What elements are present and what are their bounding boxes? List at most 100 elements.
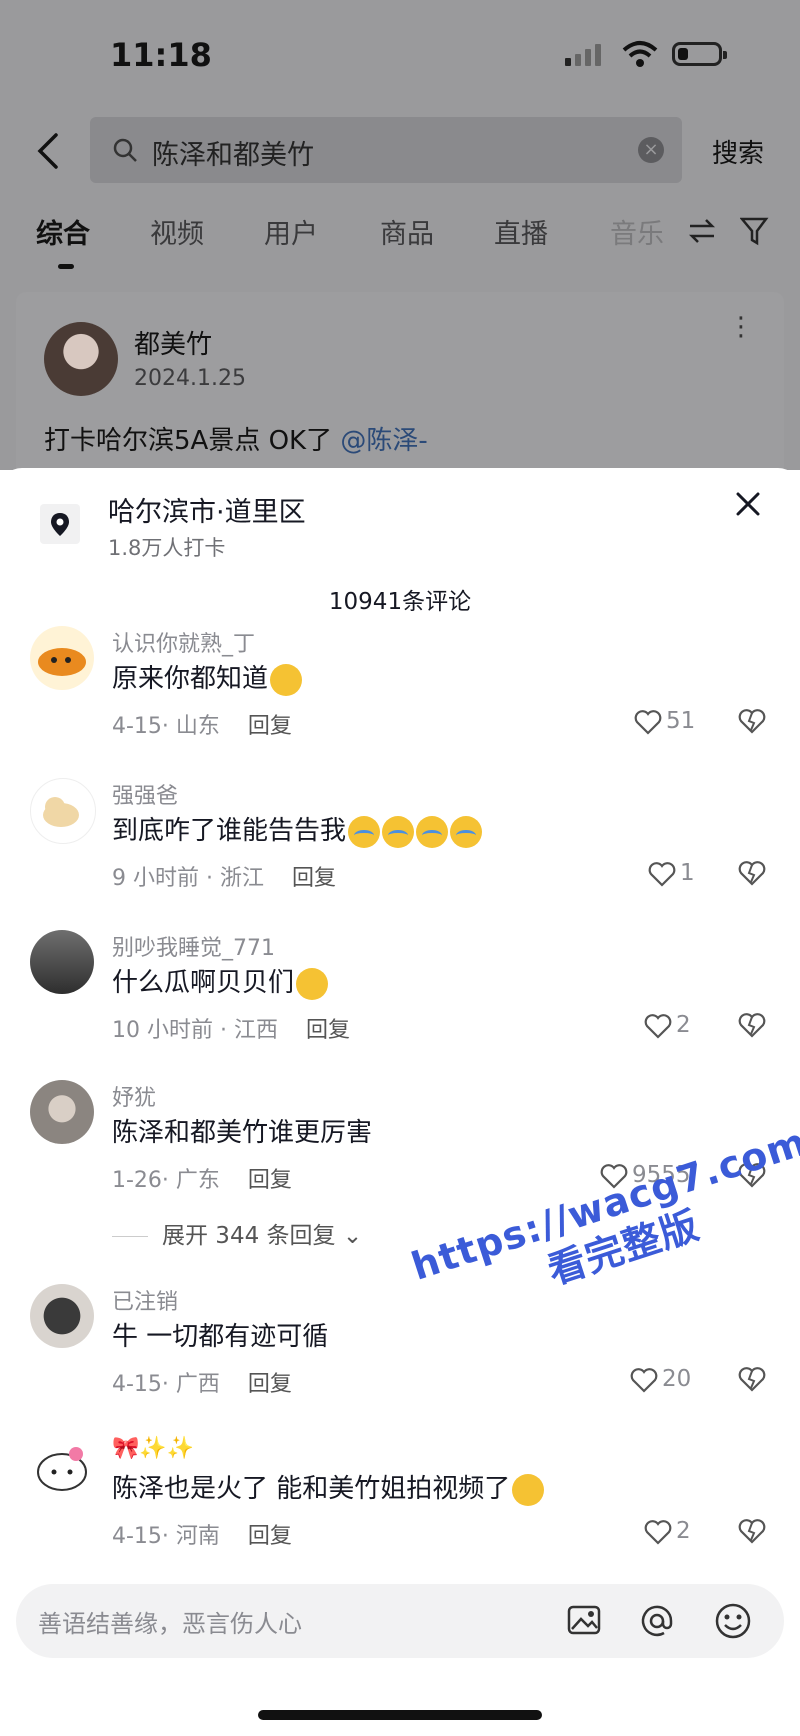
reply-button[interactable]: 回复: [248, 1168, 292, 1193]
search-tabs: 综合 视频 用户 商品 直播 音乐: [0, 212, 800, 269]
comment-username[interactable]: 认识你就熟_丁: [112, 626, 255, 658]
comment-meta: 4-15· 河南 回复: [112, 1518, 292, 1550]
filter-icon[interactable]: [740, 216, 770, 246]
comment-date-location: 1-26· 广东: [112, 1168, 220, 1193]
crying-emoji-icon: [416, 815, 449, 848]
comment-text: 陈泽和都美竹谁更厉害: [112, 1118, 373, 1148]
tab-videos[interactable]: 视频: [150, 212, 204, 251]
comment-date-location: 4-15· 广西: [112, 1372, 220, 1397]
comment-meta: 9 小时前 · 浙江 回复: [112, 860, 336, 892]
avatar[interactable]: [30, 778, 96, 844]
comment-date-location: 10 小时前 · 江西: [112, 1018, 278, 1043]
comment-text: 牛 一切都有迹可循: [112, 1322, 329, 1352]
comment-username[interactable]: 🎀✨✨: [112, 1436, 194, 1461]
more-options-icon[interactable]: ⋮: [728, 314, 754, 340]
home-indicator: [258, 1710, 542, 1720]
comment-item: 别吵我睡觉_771 什么瓜啊贝贝们 10 小时前 · 江西 回复 2: [0, 930, 800, 1070]
avatar[interactable]: [30, 626, 94, 690]
search-row: 陈泽和都美竹 × 搜索: [0, 117, 800, 185]
reply-button[interactable]: 回复: [248, 1524, 292, 1549]
tab-products[interactable]: 商品: [380, 212, 434, 251]
reply-button[interactable]: 回复: [248, 714, 292, 739]
comment-text: 什么瓜啊贝贝们: [112, 962, 329, 1000]
avatar[interactable]: [30, 1080, 94, 1144]
heart-icon: [630, 1367, 658, 1393]
image-icon[interactable]: [566, 1602, 602, 1638]
mention-icon[interactable]: [638, 1602, 676, 1640]
crying-emoji-icon: [382, 815, 415, 848]
search-input[interactable]: 陈泽和都美竹 ×: [90, 117, 682, 183]
heart-icon: [644, 1013, 672, 1039]
comment-text-body: 到底咋了谁能告告我: [112, 816, 347, 846]
status-time: 11:18: [110, 36, 212, 74]
expand-replies-button[interactable]: 展开 344 条回复 ⌄: [112, 1216, 362, 1250]
location-pin-icon: [40, 504, 80, 544]
comment-username[interactable]: 强强爸: [112, 778, 178, 810]
comment-username[interactable]: 别吵我睡觉_771: [112, 930, 275, 962]
heart-icon: [644, 1519, 672, 1545]
close-icon[interactable]: [730, 486, 766, 522]
post-date: 2024.1.25: [134, 366, 246, 391]
comment-input-placeholder: 善语结善缘，恶言伤人心: [38, 1610, 302, 1638]
comment-meta: 10 小时前 · 江西 回复: [112, 1012, 350, 1044]
crying-emoji-icon: [450, 815, 483, 848]
comment-text-body: 陈泽也是火了 能和美竹姐拍视频了: [112, 1474, 511, 1504]
comment-username[interactable]: 妤犹: [112, 1080, 156, 1112]
reply-button[interactable]: 回复: [306, 1018, 350, 1043]
location-name[interactable]: 哈尔滨市·道里区: [108, 490, 306, 529]
like-button[interactable]: 1: [648, 860, 695, 887]
flushed-emoji-icon: [270, 663, 303, 696]
avatar[interactable]: [30, 930, 94, 994]
swap-icon[interactable]: [688, 218, 716, 244]
comment-date-location: 4-15· 河南: [112, 1524, 220, 1549]
dislike-icon[interactable]: [738, 708, 766, 734]
dislike-icon[interactable]: [738, 1012, 766, 1038]
clear-icon[interactable]: ×: [638, 137, 664, 163]
like-count: 2: [676, 1518, 691, 1544]
back-arrow-icon[interactable]: [36, 131, 60, 171]
post-card[interactable]: 都美竹 2024.1.25 ⋮ 打卡哈尔滨5A景点 OK了 @陈泽-: [16, 292, 784, 470]
comment-item: 强强爸 到底咋了谁能告告我 9 小时前 · 浙江 回复 1: [0, 778, 800, 918]
comment-text: 到底咋了谁能告告我: [112, 810, 483, 848]
tab-music[interactable]: 音乐: [610, 212, 664, 251]
chevron-down-icon: ⌄: [342, 1223, 363, 1249]
reply-button[interactable]: 回复: [248, 1372, 292, 1397]
reply-button[interactable]: 回复: [292, 866, 336, 891]
active-tab-indicator: [58, 264, 74, 269]
like-button[interactable]: 2: [644, 1012, 691, 1039]
comment-date-location: 9 小时前 · 浙江: [112, 866, 264, 891]
like-button[interactable]: 2: [644, 1518, 691, 1545]
avatar[interactable]: [30, 1436, 94, 1500]
dislike-icon[interactable]: [738, 860, 766, 886]
dislike-icon[interactable]: [738, 1366, 766, 1392]
tab-users[interactable]: 用户: [264, 212, 318, 251]
expand-replies-label: 展开 344 条回复: [162, 1223, 336, 1249]
dislike-icon[interactable]: [738, 1518, 766, 1544]
comment-username[interactable]: 已注销: [112, 1284, 178, 1316]
battery-icon: [672, 42, 727, 66]
comment-count: 10941条评论: [328, 589, 472, 615]
comment-text-body: 什么瓜啊贝贝们: [112, 968, 295, 998]
post-text-body: 打卡哈尔滨5A景点 OK了: [44, 426, 333, 456]
tab-live[interactable]: 直播: [494, 212, 548, 251]
comment-meta: 4-15· 山东 回复: [112, 708, 292, 740]
post-text: 打卡哈尔滨5A景点 OK了 @陈泽-: [44, 420, 428, 457]
comment-text-body: 原来你都知道: [112, 664, 269, 694]
laughing-emoji-icon: [296, 967, 329, 1000]
post-author-avatar[interactable]: [44, 322, 118, 396]
comment-input[interactable]: 善语结善缘，恶言伤人心: [16, 1584, 784, 1658]
comment-meta: 4-15· 广西 回复: [112, 1366, 292, 1398]
like-button[interactable]: 20: [630, 1366, 691, 1393]
emoji-icon[interactable]: [714, 1602, 752, 1640]
post-author[interactable]: 都美竹: [134, 324, 212, 361]
post-mention[interactable]: @陈泽-: [340, 426, 427, 456]
search-query: 陈泽和都美竹: [152, 140, 314, 171]
heart-icon: [634, 709, 662, 735]
avatar[interactable]: [30, 1284, 94, 1348]
tab-comprehensive[interactable]: 综合: [36, 212, 90, 251]
search-button[interactable]: 搜索: [712, 133, 764, 170]
like-button[interactable]: 51: [634, 708, 695, 735]
comment-text: 原来你都知道: [112, 658, 303, 696]
heart-icon: [648, 861, 676, 887]
comment-item: 🎀✨✨ 陈泽也是火了 能和美竹姐拍视频了 4-15· 河南 回复 2: [0, 1436, 800, 1576]
